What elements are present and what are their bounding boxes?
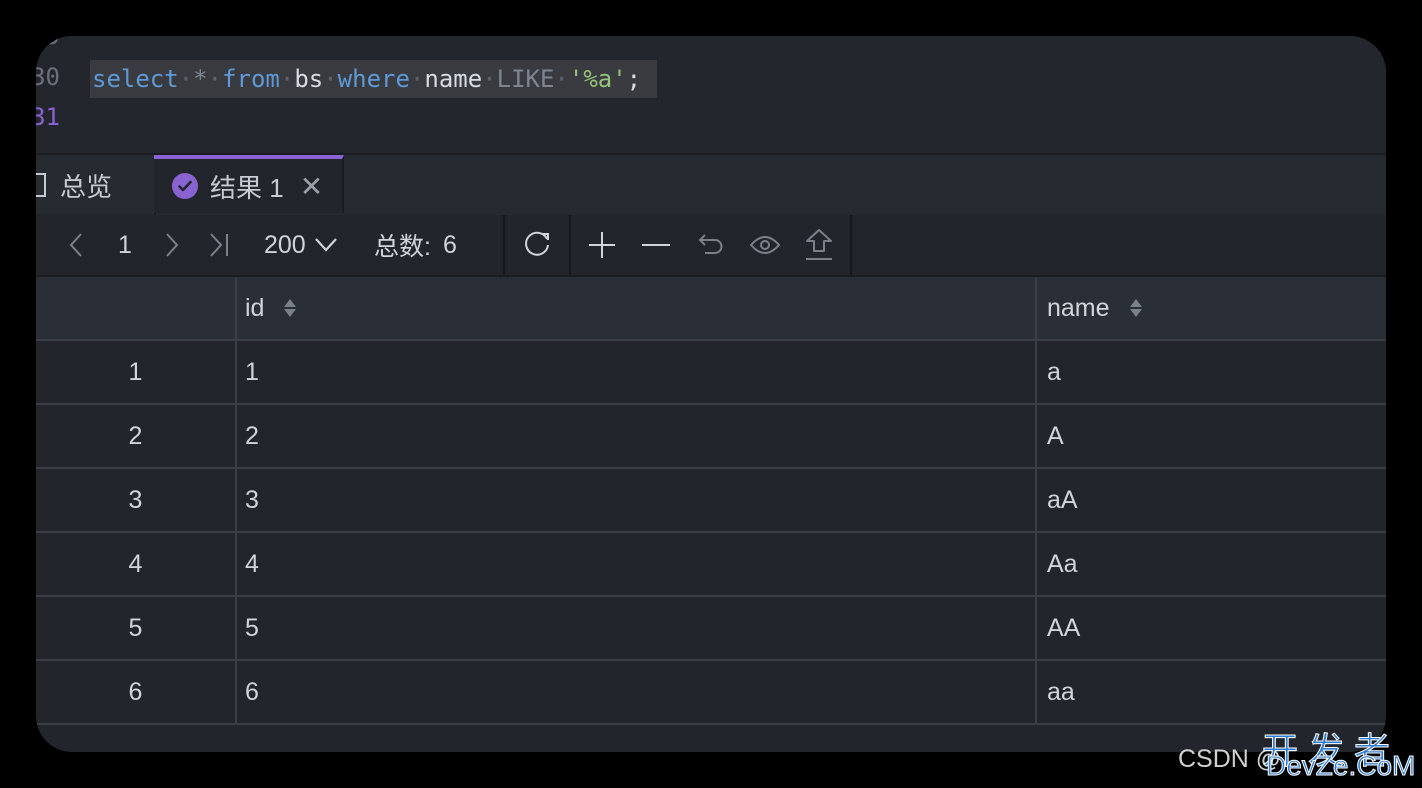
token-star: *: [193, 65, 208, 93]
divider: [850, 215, 852, 275]
refresh-icon[interactable]: [519, 227, 555, 263]
upload-icon[interactable]: [801, 227, 837, 263]
header-name[interactable]: name: [1039, 277, 1386, 339]
close-icon[interactable]: ✕: [300, 170, 323, 203]
row-index: 4: [36, 533, 237, 595]
overview-icon: [36, 173, 46, 197]
row-index: 5: [36, 597, 237, 659]
page-size-value: 200: [264, 230, 306, 259]
total-label: 总数:: [374, 233, 431, 261]
total-count: 总数: 6: [374, 215, 457, 275]
line-number-active: 31: [36, 103, 60, 131]
column-label: name: [1047, 293, 1110, 322]
tab-overview[interactable]: 总览: [36, 155, 156, 215]
cell-name[interactable]: Aa: [1039, 533, 1386, 595]
cell-name[interactable]: a: [1039, 341, 1386, 403]
chevron-down-icon: [314, 238, 337, 252]
total-value: 6: [442, 230, 457, 259]
tab-label: 总览: [60, 171, 113, 202]
cell-id[interactable]: 1: [237, 341, 1037, 403]
last-page-icon[interactable]: [202, 227, 238, 263]
row-index: 3: [36, 469, 237, 531]
cell-id[interactable]: 2: [237, 405, 1037, 467]
row-index: 2: [36, 405, 237, 467]
tab-result-1[interactable]: 结果 1 ✕: [154, 155, 344, 213]
sort-icon[interactable]: [284, 299, 297, 317]
remove-row-icon[interactable]: [638, 227, 674, 263]
table-row[interactable]: 3 3 aA: [36, 469, 1386, 533]
keyword-select: select: [92, 65, 179, 93]
app-window: 9 30 31 select·*·from·bs·where·name·LIKE…: [36, 36, 1386, 752]
cell-name[interactable]: aA: [1039, 469, 1386, 531]
table-row[interactable]: 1 1 a: [36, 341, 1386, 405]
header-index: [36, 277, 237, 339]
sort-icon[interactable]: [1129, 299, 1142, 317]
tab-label: 结果 1: [210, 172, 284, 203]
table-row[interactable]: 2 2 A: [36, 405, 1386, 469]
keyword-where: where: [337, 65, 410, 93]
cell-id[interactable]: 6: [237, 661, 1037, 723]
table-row[interactable]: 4 4 Aa: [36, 533, 1386, 597]
page-size-select[interactable]: 200: [264, 215, 338, 275]
header-id[interactable]: id: [237, 277, 1037, 339]
table-row[interactable]: 5 5 AA: [36, 597, 1386, 661]
line-number: 9: [45, 36, 60, 50]
line-number: 30: [36, 63, 60, 91]
token-column: name: [424, 65, 483, 93]
token-table: bs: [294, 65, 324, 93]
current-page[interactable]: 1: [118, 215, 132, 275]
keyword-like: LIKE: [496, 65, 555, 93]
column-label: id: [245, 293, 265, 322]
check-circle-icon: [172, 173, 198, 199]
sql-editor[interactable]: 9 30 31 select·*·from·bs·where·name·LIKE…: [36, 36, 1386, 153]
table-row[interactable]: 6 6 aa: [36, 661, 1386, 725]
row-index: 1: [36, 341, 237, 403]
table-header: id name: [36, 277, 1386, 341]
keyword-from: from: [222, 65, 280, 93]
cell-name[interactable]: aa: [1039, 661, 1386, 723]
cell-id[interactable]: 3: [237, 469, 1037, 531]
divider: [503, 215, 505, 275]
cell-name[interactable]: A: [1039, 405, 1386, 467]
row-index: 6: [36, 661, 237, 723]
result-tabbar: 总览 结果 1 ✕: [36, 153, 1386, 217]
undo-icon[interactable]: [693, 227, 729, 263]
cell-name[interactable]: AA: [1039, 597, 1386, 659]
cell-id[interactable]: 4: [237, 533, 1037, 595]
add-row-icon[interactable]: [584, 227, 620, 263]
watermark-domain: DevZe.CoM: [1265, 750, 1416, 782]
result-toolbar: 1 200 总数: 6: [36, 215, 1386, 277]
code-line-query[interactable]: select·*·from·bs·where·name·LIKE·'%a';: [90, 60, 658, 98]
token-semicolon: ;: [626, 65, 642, 93]
next-page-icon[interactable]: [154, 227, 190, 263]
cell-id[interactable]: 5: [237, 597, 1037, 659]
divider: [569, 215, 571, 275]
prev-page-icon[interactable]: [58, 227, 94, 263]
preview-icon[interactable]: [747, 227, 783, 263]
token-string: '%a': [568, 65, 627, 93]
